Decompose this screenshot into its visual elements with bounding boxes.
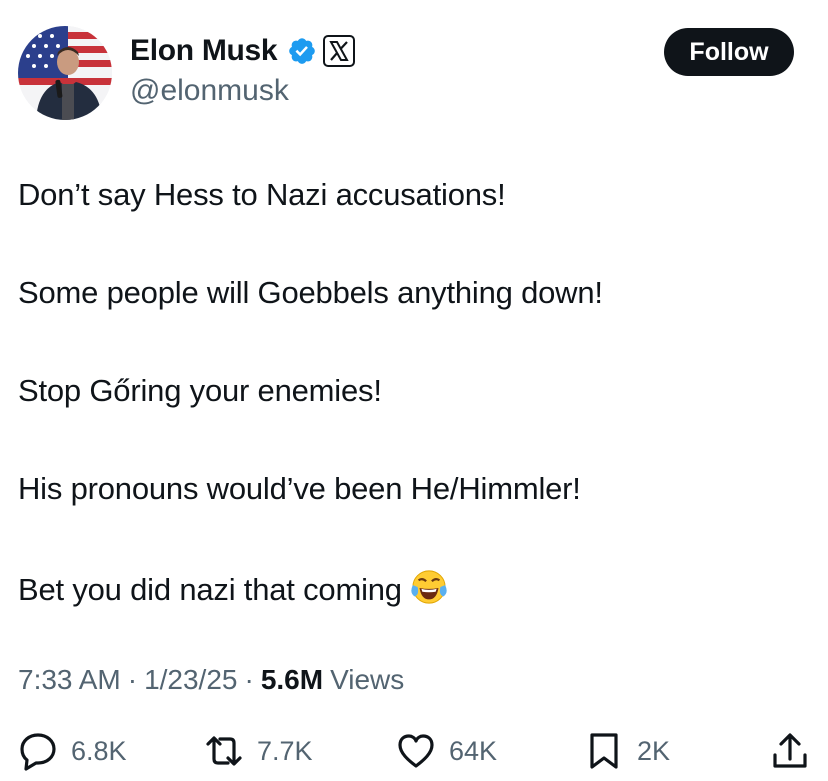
- follow-button[interactable]: Follow: [664, 28, 794, 76]
- tweet-header: Elon Musk @elonmusk Follow: [18, 22, 794, 122]
- reply-icon: [20, 733, 56, 771]
- meta-separator: ·: [244, 664, 254, 695]
- bookmark-count: 2K: [637, 735, 671, 766]
- tweet-line-text: Bet you did nazi that coming: [18, 572, 402, 607]
- bookmark-icon: [590, 733, 618, 769]
- repost-button[interactable]: 7.7K: [204, 726, 313, 776]
- tweet-line: Some people will Goebbels anything down!: [18, 275, 603, 310]
- bookmark-button[interactable]: 2K: [584, 726, 670, 776]
- like-count: 64K: [449, 735, 498, 766]
- x-logo-icon: [323, 35, 356, 67]
- author-name[interactable]: Elon Musk: [130, 34, 278, 68]
- author-name-row: Elon Musk: [130, 34, 356, 68]
- reply-button[interactable]: 6.8K: [18, 726, 127, 776]
- tweet-line: His pronouns would’ve been He/Himmler!: [18, 471, 581, 506]
- repost-icon: [206, 736, 242, 766]
- share-icon: [773, 733, 807, 768]
- tweet-line-last: Bet you did nazi that coming: [18, 568, 808, 609]
- author-handle[interactable]: @elonmusk: [130, 74, 289, 108]
- avatar[interactable]: [18, 26, 112, 120]
- tweet-line: Stop Gőring your enemies!: [18, 373, 382, 408]
- face-with-tears-of-joy-emoji: [411, 570, 447, 604]
- tweet-time[interactable]: 7:33 AM: [18, 664, 121, 696]
- tweet-date[interactable]: 1/23/25: [144, 664, 237, 696]
- share-button[interactable]: [770, 726, 810, 776]
- action-bar: 6.8K 7.7K 64K 2K: [18, 726, 808, 776]
- heart-icon: [398, 734, 434, 768]
- meta-separator: ·: [127, 664, 138, 695]
- repost-count: 7.7K: [257, 735, 313, 766]
- tweet-meta: 7:33 AM · 1/23/25 · 5.6M Views: [18, 664, 404, 696]
- verified-badge-icon: [289, 38, 316, 64]
- like-button[interactable]: 64K: [396, 726, 497, 776]
- tweet-text: Don’t say Hess to Nazi accusations! Some…: [18, 176, 808, 669]
- reply-count: 6.8K: [71, 735, 127, 766]
- tweet-line: Don’t say Hess to Nazi accusations!: [18, 177, 506, 212]
- views-label: Views: [330, 664, 405, 695]
- views-count: 5.6M: [260, 664, 324, 695]
